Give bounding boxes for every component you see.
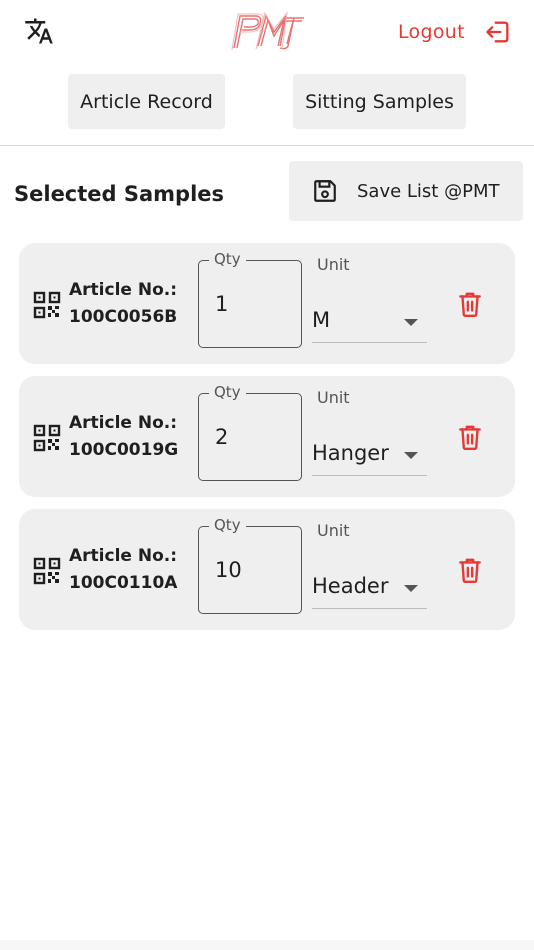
delete-icon[interactable] — [455, 288, 485, 320]
save-list-button[interactable]: Save List @PMT — [289, 161, 523, 221]
qty-value: 1 — [215, 292, 229, 316]
qty-input[interactable]: Qty 10 — [198, 516, 302, 614]
unit-dropdown[interactable]: Hanger — [312, 431, 427, 476]
article-value: 100C0110A — [69, 573, 178, 593]
unit-label: Unit — [317, 521, 350, 540]
chevron-down-icon — [404, 452, 418, 459]
delete-icon[interactable] — [455, 554, 485, 586]
logout-label: Logout — [398, 21, 465, 43]
top-bar: Logout — [0, 0, 534, 64]
qr-code-icon[interactable] — [33, 424, 61, 452]
unit-label: Unit — [317, 388, 350, 407]
bottom-strip — [0, 940, 534, 950]
article-label: Article No.: — [69, 413, 178, 433]
article-number: Article No.: 100C0019G — [69, 410, 178, 464]
chevron-down-icon — [404, 585, 418, 592]
qty-input[interactable]: Qty 2 — [198, 383, 302, 481]
unit-value: Hanger — [312, 441, 389, 465]
article-label: Article No.: — [69, 546, 178, 566]
qr-code-icon[interactable] — [33, 557, 61, 585]
article-label: Article No.: — [69, 280, 178, 300]
sample-card: Article No.: 100C0110A Qty 10 Unit Heade… — [19, 509, 515, 630]
sitting-samples-button[interactable]: Sitting Samples — [293, 74, 466, 129]
unit-label: Unit — [317, 255, 350, 274]
save-icon — [311, 177, 339, 205]
qty-input[interactable]: Qty 1 — [198, 250, 302, 348]
qty-label: Qty — [209, 383, 246, 401]
brand-logo — [230, 10, 306, 52]
unit-value: M — [312, 308, 331, 332]
save-list-label: Save List @PMT — [357, 180, 500, 202]
translate-icon[interactable] — [22, 14, 56, 48]
sample-card: Article No.: 100C0019G Qty 2 Unit Hanger — [19, 376, 515, 497]
qty-value: 10 — [215, 558, 242, 582]
unit-dropdown[interactable]: Header — [312, 564, 427, 609]
delete-icon[interactable] — [455, 421, 485, 453]
logout-button[interactable]: Logout — [398, 16, 513, 48]
qr-code-icon[interactable] — [33, 291, 61, 319]
qty-label: Qty — [209, 250, 246, 268]
sample-card: Article No.: 100C0056B Qty 1 Unit M — [19, 243, 515, 364]
article-value: 100C0019G — [69, 440, 179, 460]
logout-icon — [483, 17, 513, 47]
header-divider — [0, 145, 534, 146]
article-number: Article No.: 100C0110A — [69, 543, 177, 597]
unit-value: Header — [312, 574, 389, 598]
qty-value: 2 — [215, 425, 229, 449]
chevron-down-icon — [404, 319, 418, 326]
article-value: 100C0056B — [69, 307, 178, 327]
qty-label: Qty — [209, 516, 246, 534]
article-record-button[interactable]: Article Record — [68, 74, 225, 129]
section-title: Selected Samples — [14, 182, 225, 206]
article-number: Article No.: 100C0056B — [69, 277, 177, 331]
unit-dropdown[interactable]: M — [312, 298, 427, 343]
